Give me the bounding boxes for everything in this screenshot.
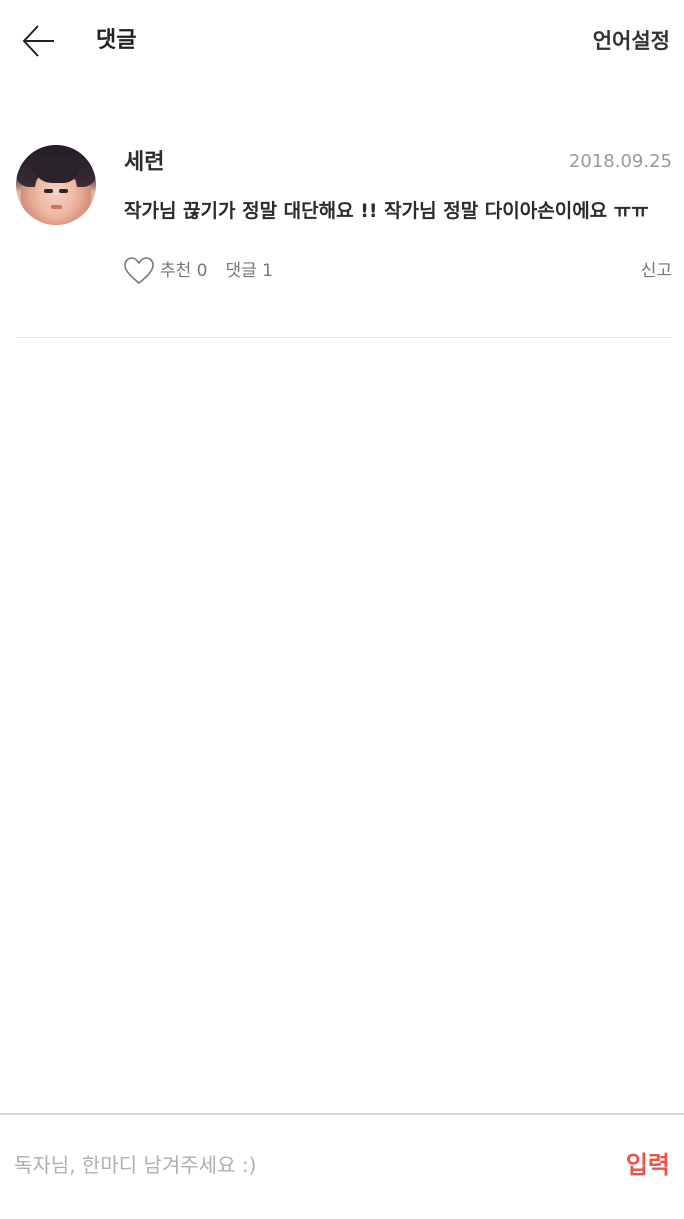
avatar[interactable] — [16, 145, 96, 225]
comment-actions: 추천 0 댓글 1 — [124, 256, 273, 286]
comment-date: 2018.09.25 — [568, 151, 672, 172]
language-settings-button[interactable]: 언어설정 — [593, 26, 670, 56]
app-header: 댓글 언어설정 — [0, 0, 684, 82]
comment-item: 세련 2018.09.25 작가님 끊기가 정말 대단해요 !! 작가님 정말 … — [0, 140, 684, 290]
reply-count-button[interactable]: 댓글 1 — [226, 257, 274, 285]
arrow-left-icon — [22, 25, 54, 57]
report-button[interactable]: 신고 — [641, 257, 672, 285]
back-button[interactable] — [18, 20, 60, 62]
divider — [16, 337, 672, 338]
like-count[interactable]: 추천 0 — [160, 257, 208, 285]
comment-author[interactable]: 세련 — [124, 149, 164, 177]
comment-composer: 입력 — [0, 1113, 684, 1219]
page-title: 댓글 — [96, 28, 137, 53]
comment-text: 작가님 끊기가 정말 대단해요 !! 작가님 정말 다이아손이에요 ㅠㅠ — [124, 200, 649, 222]
submit-button[interactable]: 입력 — [626, 1145, 670, 1185]
comment-input[interactable] — [14, 1145, 574, 1185]
heart-outline-icon[interactable] — [124, 257, 154, 285]
